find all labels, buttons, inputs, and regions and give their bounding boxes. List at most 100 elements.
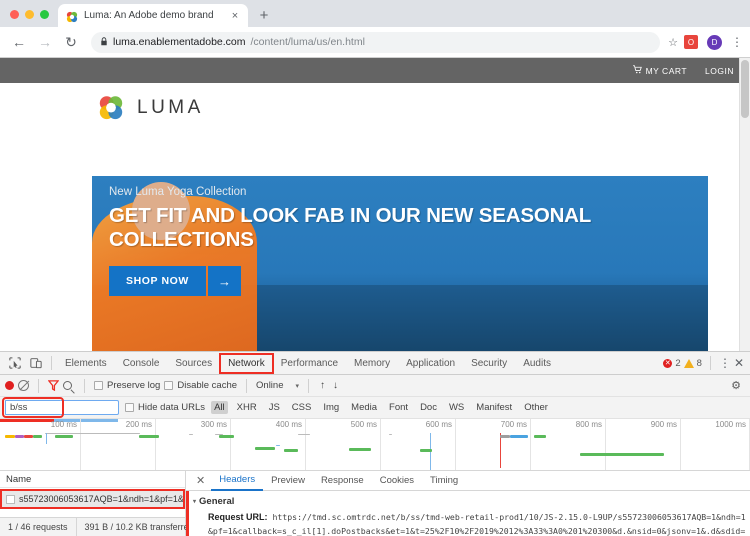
minimize-window-button[interactable]: [25, 10, 34, 19]
network-filter-bar: b/ss Hide data URLs All XHR JS CSS Img M…: [0, 397, 750, 419]
general-section-header[interactable]: ▾ General: [186, 496, 750, 507]
disable-cache-box[interactable]: [164, 381, 174, 390]
import-har-icon[interactable]: ↑: [318, 380, 327, 391]
disclosure-triangle-icon[interactable]: ▾: [193, 498, 196, 505]
record-button[interactable]: [5, 381, 14, 390]
detail-tab-response[interactable]: Response: [313, 471, 372, 491]
table-row[interactable]: s55723006053617AQB=1&ndh=1&pf=1&call…: [0, 489, 185, 509]
close-tab-button[interactable]: ×: [228, 9, 242, 23]
extension-icon[interactable]: O: [684, 35, 698, 49]
filter-type-css[interactable]: CSS: [289, 401, 315, 414]
error-count-badge[interactable]: ✕ 2: [663, 358, 681, 369]
preserve-log-label: Preserve log: [107, 380, 161, 391]
my-cart-link[interactable]: MY CART: [632, 65, 687, 76]
export-har-icon[interactable]: ↓: [331, 380, 340, 391]
error-icon: ✕: [663, 358, 673, 368]
reload-button[interactable]: ↻: [59, 30, 83, 54]
detail-tab-timing[interactable]: Timing: [422, 471, 466, 491]
filter-type-js[interactable]: JS: [266, 401, 283, 414]
hide-data-urls-box[interactable]: [125, 403, 134, 412]
filter-type-doc[interactable]: Doc: [417, 401, 440, 414]
filter-type-img[interactable]: Img: [320, 401, 342, 414]
zoom-window-button[interactable]: [40, 10, 49, 19]
luma-wordmark: LUMA: [137, 97, 204, 118]
luma-logo-icon[interactable]: [97, 94, 125, 122]
filter-input-tail[interactable]: [61, 400, 119, 415]
page-scrollbar[interactable]: [739, 58, 750, 352]
divider-c: [246, 378, 248, 393]
network-split: Name s55723006053617AQB=1&ndh=1&pf=1&cal…: [0, 471, 750, 536]
chevron-down-icon[interactable]: ▾: [295, 382, 299, 390]
devtools-tab-sources[interactable]: Sources: [167, 352, 220, 375]
bookmark-star-icon[interactable]: ☆: [668, 36, 678, 49]
detail-tab-cookies[interactable]: Cookies: [372, 471, 422, 491]
filter-type-ws[interactable]: WS: [446, 401, 467, 414]
close-window-button[interactable]: [10, 10, 19, 19]
hide-data-urls-checkbox[interactable]: Hide data URLs: [125, 402, 205, 413]
timeline-tick-label: 800 ms: [575, 420, 602, 429]
search-icon[interactable]: [63, 381, 72, 390]
shop-now-arrow-icon[interactable]: →: [207, 266, 241, 297]
network-timeline[interactable]: 100 ms 200 ms 300 ms 400 ms 500 ms 600 m…: [0, 419, 750, 471]
forward-button[interactable]: →: [33, 30, 57, 54]
devtools-tab-performance[interactable]: Performance: [273, 352, 346, 375]
devtools-tab-network[interactable]: Network: [219, 352, 274, 374]
url-path: /content/luma/us/en.html: [250, 36, 365, 48]
devtools-tab-elements[interactable]: Elements: [57, 352, 115, 375]
new-tab-button[interactable]: +: [253, 4, 275, 26]
window-controls[interactable]: [8, 10, 58, 27]
timeline-tick-label: 900 ms: [650, 420, 677, 429]
detail-close-icon[interactable]: ✕: [190, 474, 211, 487]
filter-type-xhr[interactable]: XHR: [234, 401, 260, 414]
inspect-element-icon[interactable]: [4, 353, 25, 374]
avatar[interactable]: D: [707, 34, 722, 50]
device-toolbar-icon[interactable]: [25, 353, 46, 374]
gear-icon[interactable]: ⚙: [731, 379, 745, 392]
warning-icon: [683, 358, 694, 368]
detail-body: ▾ General Request URL: https://tmd.sc.om…: [186, 491, 750, 536]
devtools-tab-memory[interactable]: Memory: [346, 352, 398, 375]
devtools-tab-audits[interactable]: Audits: [515, 352, 559, 375]
shop-now-button[interactable]: SHOP NOW: [109, 266, 206, 297]
hero-kicker: New Luma Yoga Collection: [109, 186, 247, 198]
filter-type-font[interactable]: Font: [386, 401, 411, 414]
filter-type-media[interactable]: Media: [348, 401, 380, 414]
shop-now-cta[interactable]: SHOP NOW →: [109, 266, 698, 297]
detail-tab-headers[interactable]: Headers: [211, 471, 264, 491]
request-list[interactable]: s55723006053617AQB=1&ndh=1&pf=1&call…: [0, 488, 185, 517]
address-bar[interactable]: luma.enablementadobe.com/content/luma/us…: [91, 31, 661, 53]
login-link[interactable]: LOGIN: [705, 66, 734, 76]
timeline-ticks: 100 ms 200 ms 300 ms 400 ms 500 ms 600 m…: [0, 419, 750, 470]
filter-type-other[interactable]: Other: [521, 401, 551, 414]
devtools-close-icon[interactable]: ✕: [734, 357, 744, 369]
devtools-more-icon[interactable]: ⋮: [719, 357, 731, 369]
disable-cache-checkbox[interactable]: Disable cache: [164, 380, 237, 391]
preserve-log-box[interactable]: [94, 381, 103, 390]
throttling-select[interactable]: Online ▾: [256, 380, 299, 391]
cart-icon: [632, 65, 642, 76]
filter-type-manifest[interactable]: Manifest: [473, 401, 515, 414]
devtools-tab-application[interactable]: Application: [398, 352, 463, 375]
divider-b: [84, 378, 85, 393]
request-row-checkbox[interactable]: [6, 494, 15, 504]
divider-a: [38, 378, 39, 393]
filter-input[interactable]: b/ss: [2, 397, 64, 418]
detail-tab-preview[interactable]: Preview: [263, 471, 313, 491]
devtools-tab-console[interactable]: Console: [115, 352, 168, 375]
requests-column-header[interactable]: Name: [0, 471, 185, 488]
browser-tab[interactable]: Luma: An Adobe demo brand ×: [58, 4, 248, 27]
filter-input-wrap[interactable]: b/ss: [2, 397, 119, 418]
devtools-panel: Elements Console Sources Network Perform…: [0, 351, 750, 536]
filter-type-all[interactable]: All: [211, 401, 228, 414]
warning-count-badge[interactable]: 8: [683, 358, 702, 369]
browser-toolbar: ← → ↻ luma.enablementadobe.com/content/l…: [0, 27, 750, 58]
page-scrollbar-thumb[interactable]: [741, 60, 749, 118]
filter-icon[interactable]: [47, 380, 60, 392]
devtools-tab-security[interactable]: Security: [463, 352, 515, 375]
browser-menu-icon[interactable]: ⋮: [731, 36, 743, 48]
back-button[interactable]: ←: [7, 30, 31, 54]
devtools-tab-bar: Elements Console Sources Network Perform…: [0, 352, 750, 375]
clear-button[interactable]: [18, 380, 29, 391]
preserve-log-checkbox[interactable]: Preserve log: [94, 380, 160, 391]
devtools-tabbar-right: ✕ 2 8 ⋮ ✕: [663, 356, 750, 370]
